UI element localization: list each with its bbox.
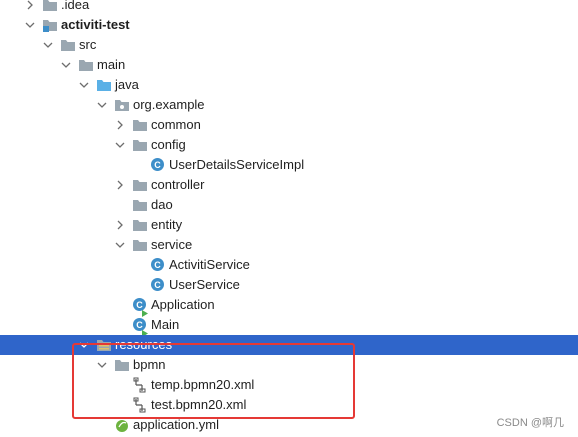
- tree-label: controller: [151, 177, 205, 192]
- module-folder-icon: [42, 17, 58, 33]
- tree-row-resources[interactable]: resources: [0, 335, 578, 355]
- folder-icon: [132, 217, 148, 233]
- chevron-down-icon[interactable]: [58, 57, 74, 73]
- tree-label: main: [97, 57, 126, 72]
- tree-label: service: [151, 237, 193, 252]
- tree-row-entity[interactable]: entity: [0, 215, 578, 235]
- tree-row-project[interactable]: activiti-test: [0, 15, 578, 35]
- tree-row-user-details-service-impl[interactable]: C UserDetailsServiceImpl: [0, 155, 578, 175]
- run-badge-icon: [141, 305, 148, 317]
- chevron-down-icon[interactable]: [76, 337, 92, 353]
- tree-label: UserService: [169, 277, 240, 292]
- spring-config-icon: [114, 417, 130, 433]
- chevron-down-icon[interactable]: [112, 137, 128, 153]
- chevron-right-icon[interactable]: [112, 177, 128, 193]
- tree-label: activiti-test: [61, 17, 130, 32]
- tree-label: dao: [151, 197, 173, 212]
- tree-row-dao[interactable]: dao: [0, 195, 578, 215]
- class-icon: C: [151, 278, 164, 291]
- folder-icon: [42, 0, 58, 13]
- tree-label: Application: [151, 297, 215, 312]
- folder-icon: [78, 57, 94, 73]
- folder-icon: [132, 177, 148, 193]
- tree-row-bpmn[interactable]: bpmn: [0, 355, 578, 375]
- run-badge-icon: [141, 325, 148, 337]
- tree-row-application[interactable]: C Application: [0, 295, 578, 317]
- tree-label: java: [115, 77, 139, 92]
- class-icon: C: [151, 158, 164, 171]
- chevron-right-icon[interactable]: [22, 0, 38, 13]
- tree-row-main[interactable]: main: [0, 55, 578, 75]
- tree-label: application.yml: [133, 417, 219, 432]
- tree-label: UserDetailsServiceImpl: [169, 157, 305, 172]
- tree-label: common: [151, 117, 201, 132]
- tree-row-main-class[interactable]: C Main: [0, 315, 578, 337]
- tree-row-config[interactable]: config: [0, 135, 578, 155]
- folder-icon: [132, 137, 148, 153]
- chevron-down-icon[interactable]: [94, 97, 110, 113]
- resources-folder-icon: [96, 337, 112, 353]
- chevron-down-icon[interactable]: [22, 17, 38, 33]
- tree-label: ActivitiService: [169, 257, 250, 272]
- chevron-right-icon[interactable]: [112, 217, 128, 233]
- xml-file-icon: [133, 377, 149, 393]
- chevron-down-icon[interactable]: [76, 77, 92, 93]
- tree-label: Main: [151, 317, 180, 332]
- folder-icon: [60, 37, 76, 53]
- xml-file-icon: [133, 397, 149, 413]
- tree-row-temp-bpmn[interactable]: temp.bpmn20.xml: [0, 375, 578, 395]
- tree-row-src[interactable]: src: [0, 35, 578, 55]
- tree-label: test.bpmn20.xml: [151, 397, 247, 412]
- tree-label: config: [151, 137, 186, 152]
- tree-row-test-bpmn[interactable]: test.bpmn20.xml: [0, 395, 578, 415]
- tree-label: bpmn: [133, 357, 166, 372]
- folder-icon: [132, 237, 148, 253]
- source-folder-icon: [96, 77, 112, 93]
- chevron-right-icon[interactable]: [112, 117, 128, 133]
- tree-row-user-service[interactable]: C UserService: [0, 275, 578, 295]
- folder-icon: [132, 117, 148, 133]
- folder-icon: [114, 357, 130, 373]
- chevron-down-icon[interactable]: [40, 37, 56, 53]
- chevron-down-icon[interactable]: [94, 357, 110, 373]
- tree-row-common[interactable]: common: [0, 115, 578, 135]
- watermark: CSDN @啊几: [496, 417, 564, 429]
- tree-label: entity: [151, 217, 183, 232]
- tree-row-service[interactable]: service: [0, 235, 578, 255]
- chevron-down-icon[interactable]: [112, 237, 128, 253]
- tree-row-package[interactable]: org.example: [0, 95, 578, 115]
- tree-label: src: [79, 37, 97, 52]
- class-icon: C: [151, 258, 164, 271]
- tree-row-idea[interactable]: .idea: [0, 0, 578, 15]
- tree-row-controller[interactable]: controller: [0, 175, 578, 195]
- tree-label: .idea: [61, 0, 90, 12]
- package-icon: [114, 97, 130, 113]
- tree-label: resources: [115, 337, 173, 352]
- tree-label: temp.bpmn20.xml: [151, 377, 255, 392]
- tree-row-application-yml[interactable]: application.yml: [0, 415, 578, 435]
- folder-icon: [132, 197, 148, 213]
- tree-row-java[interactable]: java: [0, 75, 578, 95]
- tree-label: org.example: [133, 97, 205, 112]
- tree-row-activiti-service[interactable]: C ActivitiService: [0, 255, 578, 275]
